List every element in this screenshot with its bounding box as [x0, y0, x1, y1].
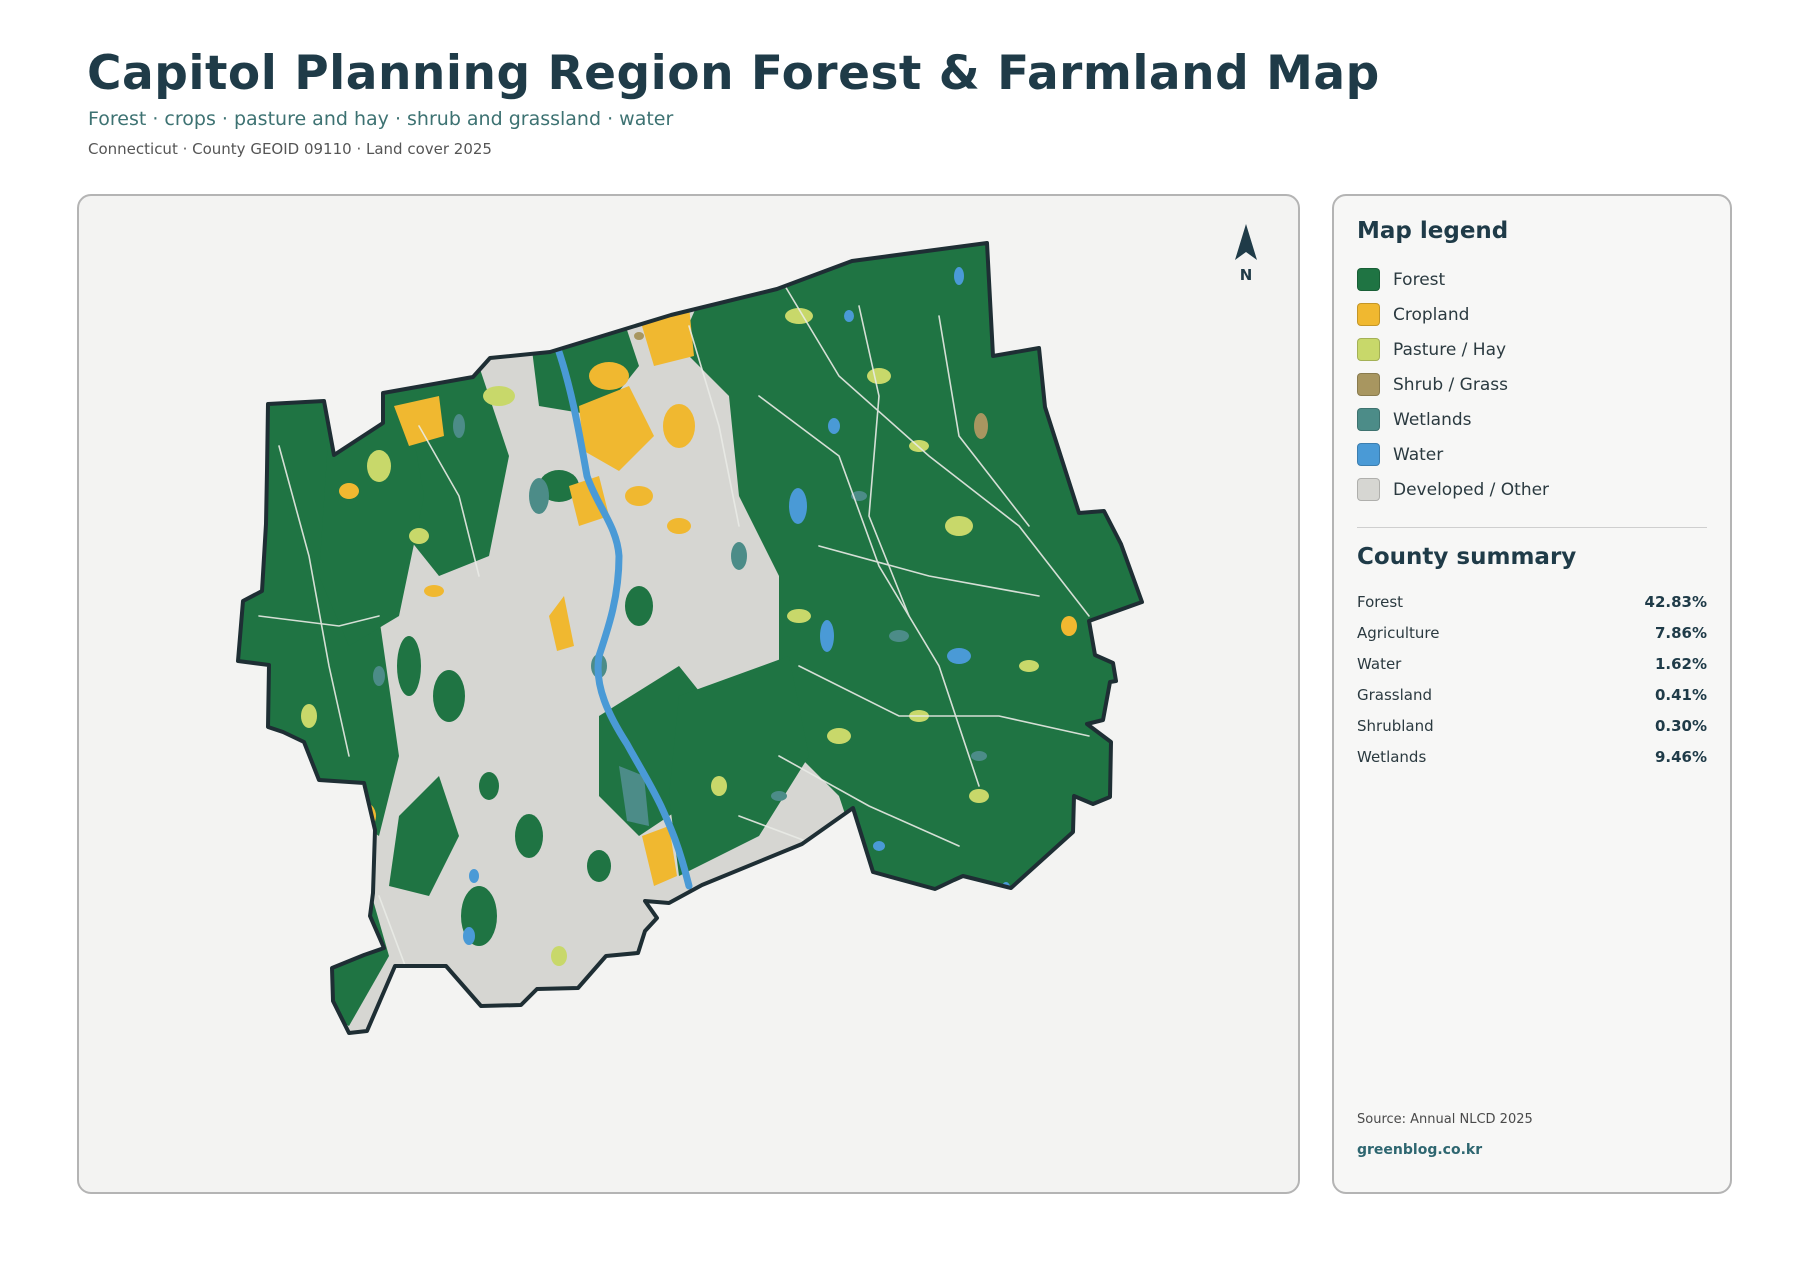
- summary-title: County summary: [1357, 544, 1577, 570]
- legend-label: Developed / Other: [1393, 479, 1550, 500]
- legend-item-cropland: Cropland: [1357, 297, 1549, 332]
- legend-label: Wetlands: [1393, 409, 1472, 430]
- legend-label: Shrub / Grass: [1393, 374, 1508, 395]
- side-panel: Map legend Forest Cropland Pasture / Hay…: [1332, 194, 1732, 1194]
- site-link[interactable]: greenblog.co.kr: [1357, 1142, 1482, 1158]
- summary-row-shrubland: Shrubland 0.30%: [1357, 710, 1707, 741]
- summary-label: Shrubland: [1357, 716, 1434, 735]
- legend-label: Water: [1393, 444, 1444, 465]
- summary-label: Wetlands: [1357, 747, 1427, 766]
- summary-value: 0.41%: [1654, 685, 1707, 704]
- summary-label: Grassland: [1357, 685, 1432, 704]
- cropland-swatch: [1357, 303, 1380, 326]
- summary-value: 1.62%: [1654, 654, 1707, 673]
- legend-list: Forest Cropland Pasture / Hay Shrub / Gr…: [1357, 262, 1549, 507]
- legend-item-pasture: Pasture / Hay: [1357, 332, 1549, 367]
- legend-item-forest: Forest: [1357, 262, 1549, 297]
- map-panel[interactable]: [77, 194, 1300, 1194]
- page-subtitle: Forest · crops · pasture and hay · shrub…: [88, 108, 674, 130]
- land-cover-map[interactable]: [79, 196, 1300, 1194]
- north-arrow-icon: [1235, 224, 1257, 260]
- summary-value: 42.83%: [1644, 592, 1707, 611]
- north-label: N: [1239, 266, 1253, 284]
- page-meta: Connecticut · County GEOID 09110 · Land …: [88, 140, 492, 158]
- legend-label: Cropland: [1393, 304, 1470, 325]
- forest-swatch: [1357, 268, 1380, 291]
- summary-row-water: Water 1.62%: [1357, 648, 1707, 679]
- wetlands-swatch: [1357, 408, 1380, 431]
- legend-item-water: Water: [1357, 437, 1549, 472]
- pasture-swatch: [1357, 338, 1380, 361]
- summary-row-agriculture: Agriculture 7.86%: [1357, 617, 1707, 648]
- source-note: Source: Annual NLCD 2025: [1357, 1112, 1533, 1127]
- summary-label: Agriculture: [1357, 623, 1440, 642]
- legend-label: Forest: [1393, 269, 1446, 290]
- summary-label: Water: [1357, 654, 1402, 673]
- summary-value: 0.30%: [1654, 716, 1707, 735]
- legend-item-wetlands: Wetlands: [1357, 402, 1549, 437]
- summary-row-wetlands: Wetlands 9.46%: [1357, 741, 1707, 772]
- shrub-swatch: [1357, 373, 1380, 396]
- summary-value: 7.86%: [1654, 623, 1707, 642]
- panel-divider: [1357, 527, 1707, 528]
- legend-item-shrub: Shrub / Grass: [1357, 367, 1549, 402]
- summary-row-grassland: Grassland 0.41%: [1357, 679, 1707, 710]
- county-summary-table: Forest 42.83% Agriculture 7.86% Water 1.…: [1357, 586, 1707, 772]
- water-swatch: [1357, 443, 1380, 466]
- north-arrow: N: [1226, 222, 1266, 284]
- developed-swatch: [1357, 478, 1380, 501]
- page-title: Capitol Planning Region Forest & Farmlan…: [87, 46, 1380, 101]
- summary-label: Forest: [1357, 592, 1404, 611]
- legend-label: Pasture / Hay: [1393, 339, 1507, 360]
- summary-row-forest: Forest 42.83%: [1357, 586, 1707, 617]
- legend-title: Map legend: [1357, 218, 1509, 244]
- legend-item-developed: Developed / Other: [1357, 472, 1549, 507]
- summary-value: 9.46%: [1654, 747, 1707, 766]
